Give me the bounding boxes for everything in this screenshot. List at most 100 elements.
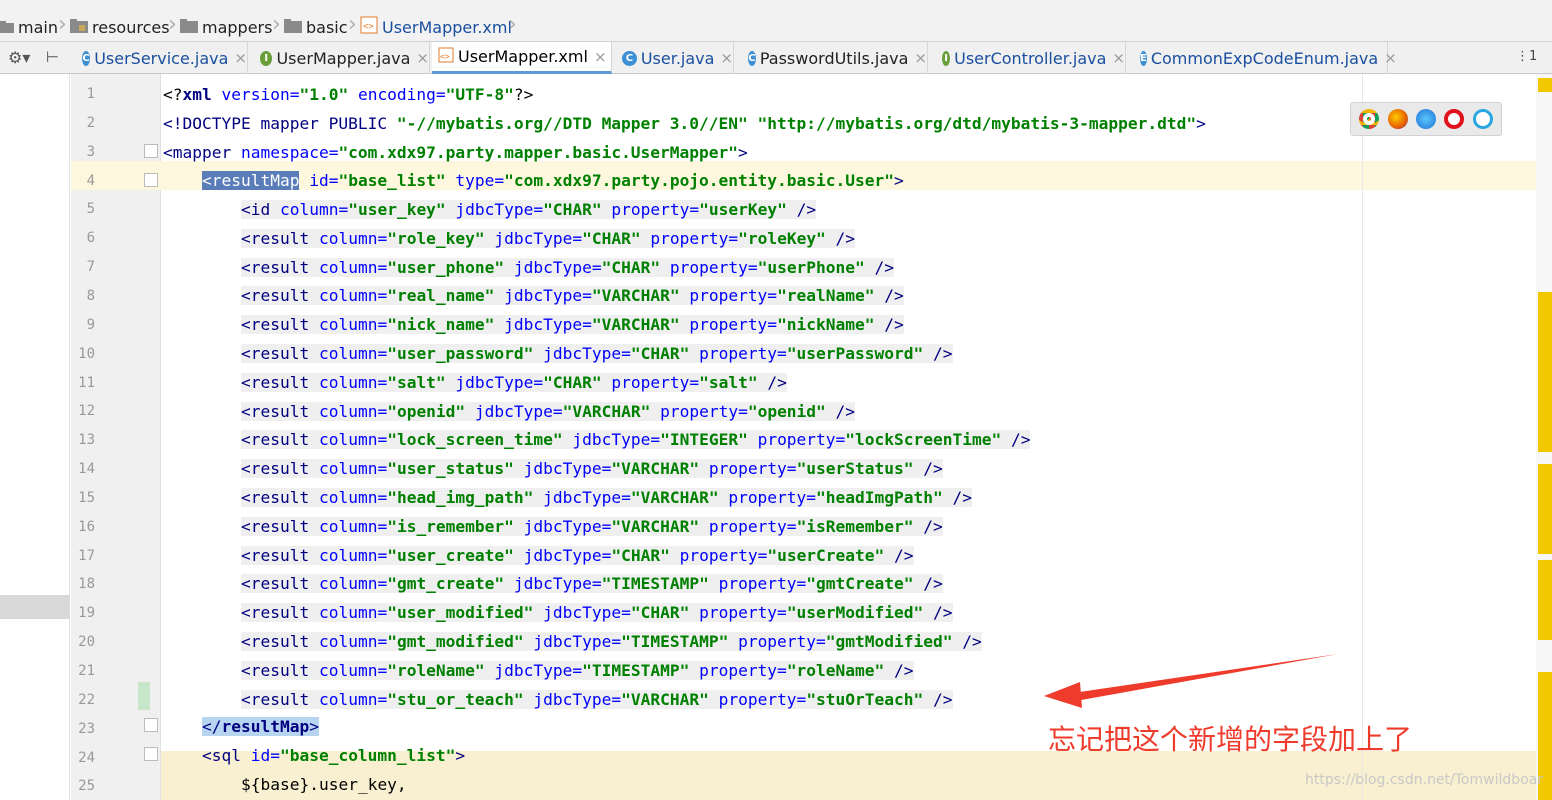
close-icon[interactable]: × [594, 48, 607, 66]
result-element: <result column="gmt_create" jdbcType="TI… [241, 574, 943, 594]
safari-icon[interactable] [1415, 109, 1436, 129]
code-token: "userModified" [786, 603, 924, 623]
code-token: "nickName" [777, 315, 875, 335]
breadcrumb-item-basic[interactable]: basic [284, 14, 348, 40]
opera-icon[interactable] [1444, 109, 1465, 129]
code-token: "realName" [777, 286, 875, 306]
firefox-icon[interactable] [1387, 109, 1408, 129]
code-token: jdbcType= [523, 689, 622, 709]
code-token: /> [884, 545, 914, 565]
breadcrumb-label: basic [306, 17, 348, 37]
code-token: property= [660, 257, 758, 277]
code-token: "roleName" [387, 660, 485, 680]
line-number: 11 [78, 374, 95, 391]
code-token: /> [913, 516, 943, 536]
gear-icon[interactable]: ⚙▾ [8, 48, 30, 67]
code-token: property= [747, 430, 846, 450]
code-token: /> [864, 257, 895, 277]
code-line-3: <mapper namespace="com.xdx97.party.mappe… [163, 143, 748, 162]
code-token: "isRemember" [796, 516, 914, 536]
class-icon: C [748, 50, 756, 66]
code-token: "TIMESTAMP" [621, 632, 729, 651]
code-token: jdbcType= [513, 516, 612, 536]
breadcrumb-item-main[interactable]: main [0, 14, 58, 40]
code-token: "user_status" [387, 459, 514, 479]
interface-icon: I [260, 50, 273, 66]
line-number: 20 [78, 634, 95, 651]
code-line-result: <result column="role_key" jdbcType="CHAR… [241, 224, 1552, 253]
close-icon[interactable]: × [914, 49, 927, 67]
code-token: /> [825, 228, 856, 248]
code-line-1: <?xml version="1.0" encoding="UTF-8"?> [163, 85, 534, 104]
result-element: <result column="user_create" jdbcType="C… [241, 545, 914, 565]
code-token: "user_create" [387, 545, 514, 565]
svg-text:<>: <> [363, 22, 374, 32]
code-token: column= [309, 516, 388, 536]
code-token: <result [241, 660, 310, 680]
result-element: <result column="salt" jdbcType="CHAR" pr… [241, 372, 787, 392]
code-token: /> [952, 632, 982, 651]
tab-label: UserMapper.xml [458, 47, 588, 66]
code-token: "CHAR" [630, 603, 690, 623]
internet-explorer-icon[interactable] [1472, 109, 1493, 129]
code-line-result: <result column="head_img_path" jdbcType=… [241, 483, 1552, 512]
tab-userservice-java[interactable]: C UserService.java × [76, 42, 248, 74]
tab-user-java[interactable]: C User.java × [616, 42, 734, 74]
code-token: <result [241, 257, 310, 277]
watermark: https://blog.csdn.net/Tomwildboar [1305, 772, 1544, 788]
code-token: property= [689, 344, 787, 363]
tab-usermapper-java[interactable]: I UserMapper.java × [254, 42, 430, 74]
tab-usermapper-xml[interactable]: <> UserMapper.xml × [432, 42, 612, 74]
code-token: /> [884, 660, 914, 680]
code-token: <result [241, 372, 310, 392]
code-token: column= [309, 430, 388, 450]
code-token: <result [241, 574, 310, 594]
line-number: 13 [78, 432, 95, 449]
fold-marker-icon[interactable] [144, 718, 158, 732]
code-token: /> [923, 344, 953, 363]
fold-marker-icon[interactable] [144, 144, 158, 158]
breadcrumb-item-mappers[interactable]: mappers [180, 14, 272, 40]
tab-usercontroller-java[interactable]: I UserController.java × [936, 42, 1126, 74]
code-token: "userPhone" [757, 257, 865, 277]
close-icon[interactable]: × [1384, 49, 1397, 67]
collapse-icon[interactable]: ⊢ [46, 48, 59, 66]
line-number: 15 [78, 489, 95, 506]
code-token: "lock_screen_time" [387, 430, 563, 450]
class-icon: C [622, 50, 637, 66]
code-token: column= [309, 459, 388, 479]
close-icon[interactable]: × [234, 49, 247, 67]
close-icon[interactable]: × [1112, 49, 1125, 67]
fold-marker-icon[interactable] [144, 747, 158, 761]
line-number: 5 [86, 201, 95, 218]
close-icon[interactable]: × [720, 49, 733, 67]
code-token: column= [309, 689, 388, 709]
code-token: "VARCHAR" [591, 286, 680, 306]
code-token: "stuOrTeach" [806, 689, 924, 709]
code-line-result: <result column="salt" jdbcType="CHAR" pr… [241, 368, 1552, 397]
fold-marker-icon[interactable] [144, 173, 158, 187]
code-token: <result [241, 488, 310, 507]
code-token: column= [309, 632, 388, 651]
code-token: column= [309, 401, 388, 421]
tab-passwordutils-java[interactable]: C PasswordUtils.java × [742, 42, 928, 74]
code-token: property= [708, 689, 807, 709]
code-token: "role_key" [387, 228, 485, 248]
chrome-icon[interactable] [1359, 109, 1380, 129]
code-token: <result [241, 689, 310, 709]
line-number: 3 [86, 143, 95, 160]
code-token: "TIMESTAMP" [601, 574, 709, 594]
line-number: 12 [78, 403, 95, 420]
close-icon[interactable]: × [416, 49, 429, 67]
breadcrumb-item-resources[interactable]: resources [70, 14, 170, 40]
breadcrumb-item-usermapper-xml[interactable]: <> UserMapper.xml [360, 14, 512, 40]
code-token: "CHAR" [601, 257, 661, 277]
line-number: 2 [86, 114, 95, 131]
tab-overflow-menu[interactable]: ⋮1 [1516, 49, 1537, 64]
code-token: column= [309, 257, 388, 277]
tab-commonexpcodeenum-java[interactable]: E CommonExpCodeEnum.java × [1134, 42, 1397, 74]
code-token: /> [1001, 430, 1031, 450]
code-token: <result [241, 315, 310, 335]
result-element: <result column="role_key" jdbcType="CHAR… [241, 228, 856, 248]
code-token: "userPassword" [786, 344, 924, 363]
